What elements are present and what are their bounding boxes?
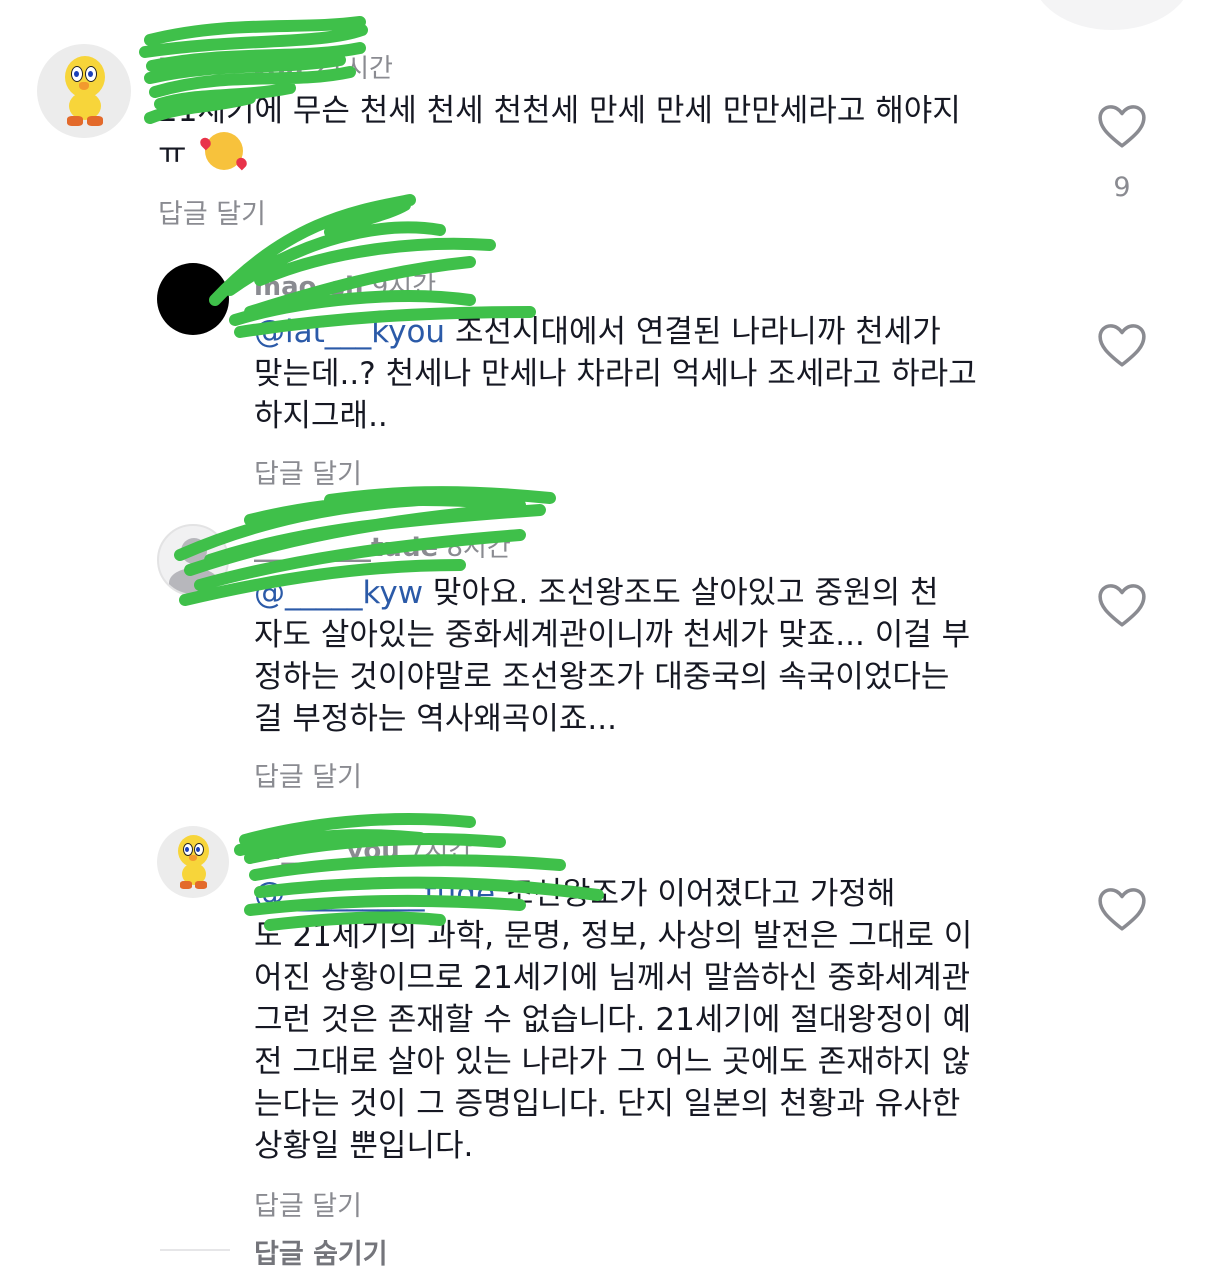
avatar[interactable] [157,826,229,898]
comment-line: 하지그래.. [254,398,388,434]
comment-line: 맞아요. 조선왕조도 살아있고 중원의 천 [432,575,939,611]
comment-meta: iu_____you 7시간 [254,830,472,867]
heart-icon [1098,105,1146,148]
comment-text: 21세기에 무슨 천세 천세 천천세 만세 만세 만만세라고 해야지 ㅠ [158,90,961,175]
comment-line: 걸 부정하는 역사왜곡이죠... [254,701,617,737]
avatar[interactable] [37,44,131,138]
like-button[interactable] [1096,103,1148,149]
username[interactable]: _________tude [254,533,438,563]
comment-meta: mao_sh 9시간 [254,266,436,303]
hide-replies-button[interactable]: 답글 숨기기 [254,1232,388,1271]
timestamp: 7시간 [408,836,473,866]
comment-line: 그런 것은 존재할 수 없습니다. 21세기에 절대왕정이 예 [254,1002,972,1038]
comment-text: @_________tude 조선왕조가 이어졌다고 가정해 도 21세기의 과… [254,873,972,1167]
comment-text: @iat___kyou 조선시대에서 연결된 나라니까 천세가 맞는데..? 천… [254,311,977,437]
heart-icon [1098,324,1146,367]
smiling-face-with-hearts-icon [204,132,243,170]
comment-line: ㅠ [158,132,961,175]
comment-line: 맞는데..? 천세나 만세나 차라리 억세나 조세라고 하라고 [254,356,977,392]
comment-line: 도 21세기의 과학, 문명, 정보, 사상의 발전은 그대로 이 [254,918,973,954]
like-button[interactable] [1096,582,1148,628]
mention-link[interactable]: @_________tude [254,876,495,912]
timestamp: 8시간 [446,533,511,563]
reply-button[interactable]: 답글 달기 [158,192,266,231]
comment-line: 조선왕조가 이어졌다고 가정해 [504,876,896,912]
comment-line: 조선시대에서 연결된 나라니까 천세가 [454,314,941,350]
comment-meta: iu_____you 21시간 [158,48,393,85]
comment-line: 는다는 것이 그 증명입니다. 단지 일본의 천황과 유사한 [254,1086,961,1122]
timestamp: 9시간 [371,272,437,302]
comment-line: 전 그대로 살아 있는 나라가 그 어느 곳에도 존재하지 않 [254,1044,971,1080]
comment-line: 어진 상황이므로 21세기에 님께서 말씀하신 중화세계관 [254,960,971,996]
avatar[interactable] [157,524,229,596]
mention-link[interactable]: @_____kyw [254,575,423,611]
like-count: 9 [1113,172,1131,203]
replies-divider [160,1249,230,1251]
comment-line: 자도 살아있는 중화세계관이니까 천세가 맞죠... 이걸 부 [254,617,971,653]
comment-line: 21세기에 무슨 천세 천세 천천세 만세 만세 만만세라고 해야지 [158,93,961,129]
top-right-overlay-shape [1032,0,1192,30]
heart-icon [1098,888,1146,931]
mention-link[interactable]: @iat___kyou [254,314,445,350]
avatar[interactable] [157,263,229,335]
heart-icon [1098,584,1146,627]
comment-meta: _________tude 8시간 [254,527,511,564]
reply-button[interactable]: 답글 달기 [254,452,362,491]
timestamp: 21시간 [312,54,393,84]
comment-text: @_____kyw 맞아요. 조선왕조도 살아있고 중원의 천 자도 살아있는 … [254,572,970,740]
comment-line: 정하는 것이야말로 조선왕조가 대중국의 속국이었다는 [254,659,950,695]
reply-button[interactable]: 답글 달기 [254,1184,362,1223]
username[interactable]: mao_sh [254,272,363,302]
like-button[interactable] [1096,322,1148,368]
username[interactable]: iu_____you [158,54,304,84]
like-button[interactable] [1096,886,1148,932]
comment-line: 상황일 뿐입니다. [254,1128,474,1164]
reply-button[interactable]: 답글 달기 [254,755,362,794]
username[interactable]: iu_____you [254,836,400,866]
